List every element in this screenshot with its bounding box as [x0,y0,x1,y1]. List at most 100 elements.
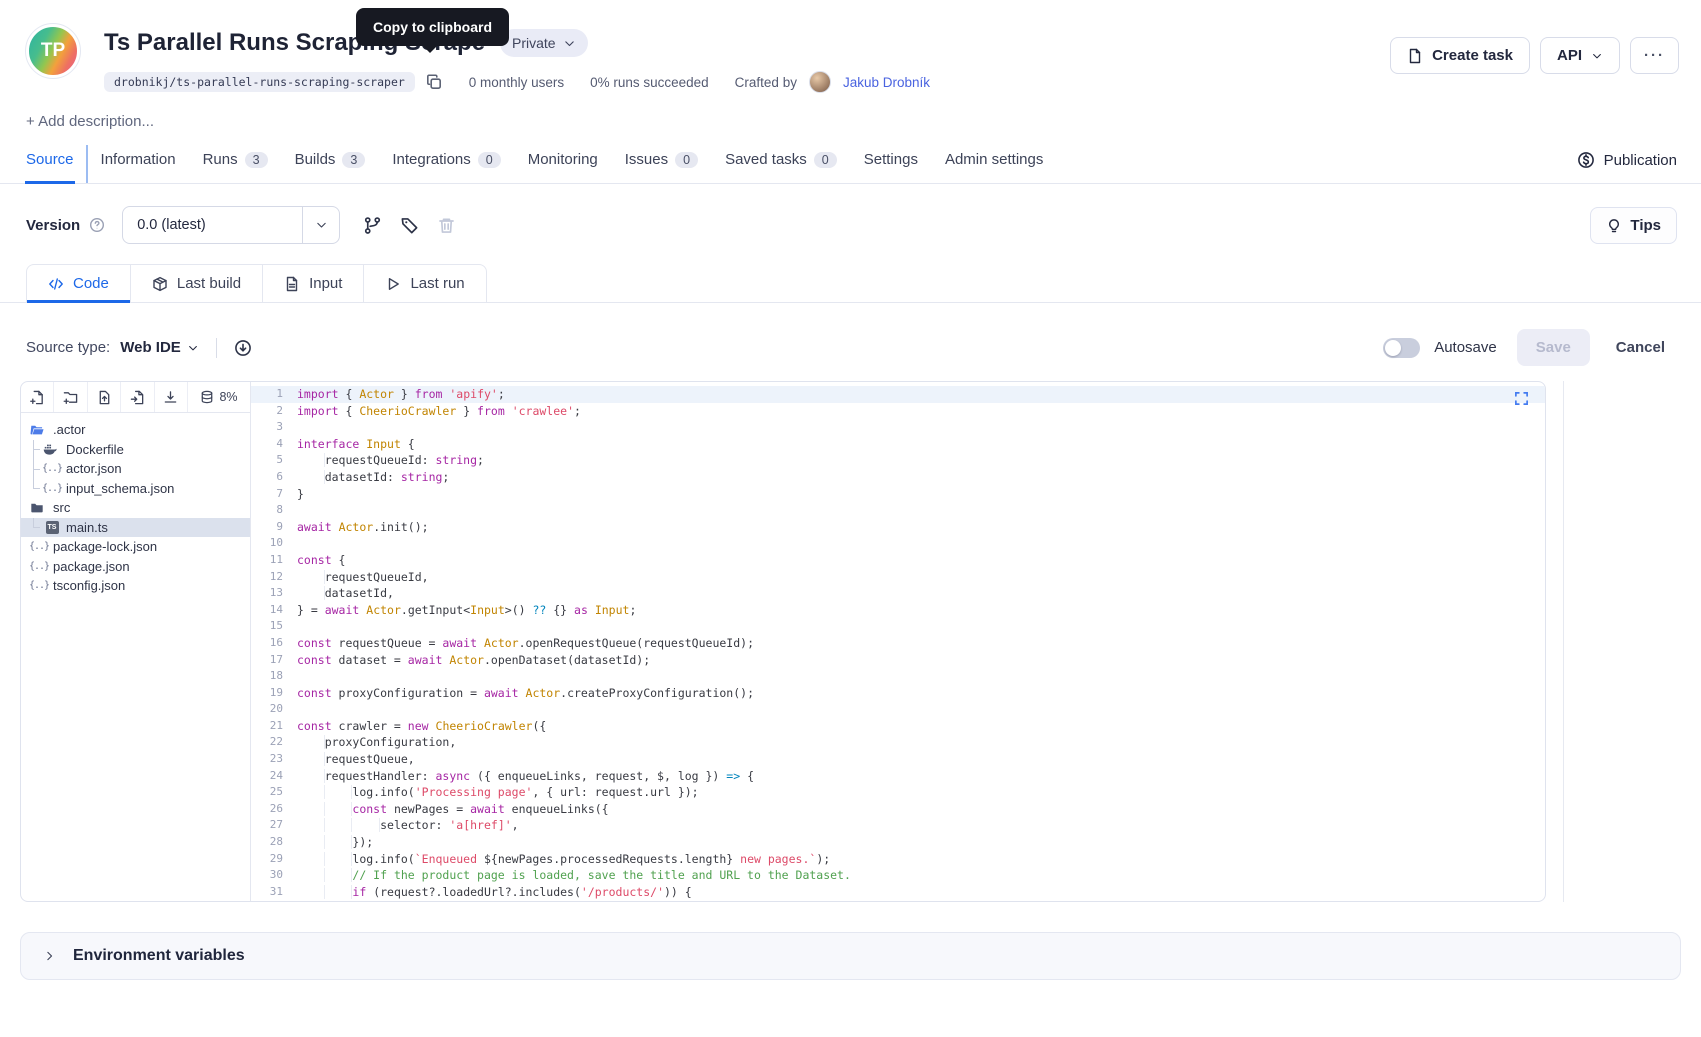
tree-item-package-json[interactable]: {..}package.json [21,557,250,577]
code-line-text: requestQueueId, [297,569,429,586]
visibility-label: Private [512,35,556,51]
source-type-select[interactable]: Web IDE [120,339,199,356]
tips-button[interactable]: Tips [1590,207,1677,244]
code-line: 22 proxyConfiguration, [251,734,1545,751]
line-number: 20 [251,701,297,718]
tab-count-badge: 0 [814,152,837,168]
autosave-toggle[interactable] [1383,338,1420,358]
tree-item-icon-wrap: {..} [43,463,61,474]
scrollbar-track[interactable] [1563,381,1564,902]
tab-label: Admin settings [945,151,1043,168]
git-branch-icon[interactable] [363,216,382,235]
actor-header: TP Ts Parallel Runs Scraping Scraper Pri… [0,0,1701,93]
file-tree-list: .actorDockerfile {..} actor.json {..}input_… [21,413,250,603]
document-icon [1407,48,1423,64]
upload-file-icon [97,390,112,405]
tab-runs[interactable]: Runs3 [203,151,268,183]
tree-item-icon-wrap [43,442,61,456]
tree-item-input-schema-json[interactable]: {..}input_schema.json [21,479,250,499]
code-line-text: interface Input { [297,436,415,453]
tab-monitoring[interactable]: Monitoring [528,151,598,183]
crafted-by-label: Crafted by [735,75,797,90]
tab-publication[interactable]: Publication [1577,151,1677,183]
json-file-icon: {..} [29,580,49,591]
new-file-icon[interactable] [21,382,54,412]
visibility-badge[interactable]: Private [500,29,588,57]
line-number: 28 [251,834,297,851]
code-icon [48,276,64,292]
trash-icon[interactable] [437,216,456,235]
tree-item-label: package-lock.json [53,539,157,554]
line-number: 24 [251,768,297,785]
save-button[interactable]: Save [1517,329,1590,366]
line-number: 8 [251,502,297,519]
tree-item-actor-json[interactable]: {..} actor.json [21,459,250,479]
json-file-icon: {..} [42,483,62,494]
copy-icon[interactable] [425,73,443,91]
tree-item-main-ts[interactable]: TSmain.ts [21,518,250,538]
line-number: 4 [251,436,297,453]
upload-file-icon[interactable] [88,382,121,412]
workspace: 8% .actorDockerfile{..}actor.json{..}inp… [0,381,1701,902]
tree-item-tsconfig-json[interactable]: {..} tsconfig.json [21,576,250,596]
environment-variables-section[interactable]: Environment variables [20,932,1681,980]
code-line: 28 }); [251,834,1545,851]
author-link[interactable]: Jakub Drobník [843,75,930,90]
line-number: 2 [251,403,297,420]
tab-builds[interactable]: Builds3 [295,151,366,183]
tab-information[interactable]: Information [101,151,176,183]
import-file-icon [130,390,145,405]
tab-settings[interactable]: Settings [864,151,918,183]
tree-item-icon-wrap [30,501,48,515]
tree-item-package-lock-json[interactable]: {..} package-lock.json [21,537,250,557]
version-select[interactable]: 0.0 (latest) [122,206,340,244]
download-files-icon[interactable] [155,382,188,412]
code-line-text: requestQueue, [297,751,415,768]
cancel-button[interactable]: Cancel [1604,339,1677,356]
tab-integrations[interactable]: Integrations0 [392,151,500,183]
subtab-last-run[interactable]: Last run [363,264,486,302]
subtab-last-build[interactable]: Last build [130,264,263,302]
code-line: 2import { CheerioCrawler } from 'crawlee… [251,403,1545,420]
api-button[interactable]: API [1540,37,1620,74]
code-editor[interactable]: 1import { Actor } from 'apify';2import {… [251,382,1545,901]
tree-item-label: src [53,500,70,515]
tab-source[interactable]: Source [26,151,74,183]
subtab-code[interactable]: Code [26,264,131,302]
line-number: 26 [251,801,297,818]
create-task-button[interactable]: Create task [1390,37,1530,74]
help-icon[interactable] [89,217,105,233]
tree-item-label: tsconfig.json [53,578,125,593]
json-file-icon: {..} [29,541,49,552]
new-folder-icon[interactable] [54,382,87,412]
tree-item-dockerfile[interactable]: Dockerfile [21,440,250,460]
tab-label: Information [101,151,176,168]
line-number: 3 [251,419,297,436]
tab-issues[interactable]: Issues0 [625,151,698,183]
code-line: 3 [251,419,1545,436]
tree-item-actor[interactable]: .actor [21,420,250,440]
tree-item-src[interactable]: src [21,498,250,518]
download-circle-icon[interactable] [234,339,252,357]
more-button[interactable]: ··· [1630,37,1679,74]
tag-icon[interactable] [400,216,419,235]
tree-item-icon-wrap: {..} [43,483,61,494]
actor-avatar: TP [26,24,80,78]
tree-item-icon-wrap: {..} [30,561,48,572]
tab-count-badge: 0 [675,152,698,168]
code-line: 30 // If the product page is loaded, sav… [251,867,1545,884]
tree-connector [30,518,43,538]
version-selected-value: 0.0 (latest) [137,217,206,233]
tab-saved-tasks[interactable]: Saved tasks0 [725,151,837,183]
import-file-icon[interactable] [121,382,154,412]
subtab-label: Code [73,275,109,292]
code-line-text: log.info('Processing page', { url: reque… [297,784,699,801]
tab-admin-settings[interactable]: Admin settings [945,151,1043,183]
add-description-link[interactable]: + Add description... [26,113,1701,130]
line-number: 13 [251,585,297,602]
tree-item-label: actor.json [66,461,122,476]
subtab-input[interactable]: Input [262,264,364,302]
expand-icon[interactable] [1514,391,1529,406]
tab-bar: Source Information Runs3 Builds3 Integration… [0,151,1701,184]
actor-id-pill[interactable]: drobnikj/ts-parallel-runs-scraping-scrap… [104,72,415,92]
